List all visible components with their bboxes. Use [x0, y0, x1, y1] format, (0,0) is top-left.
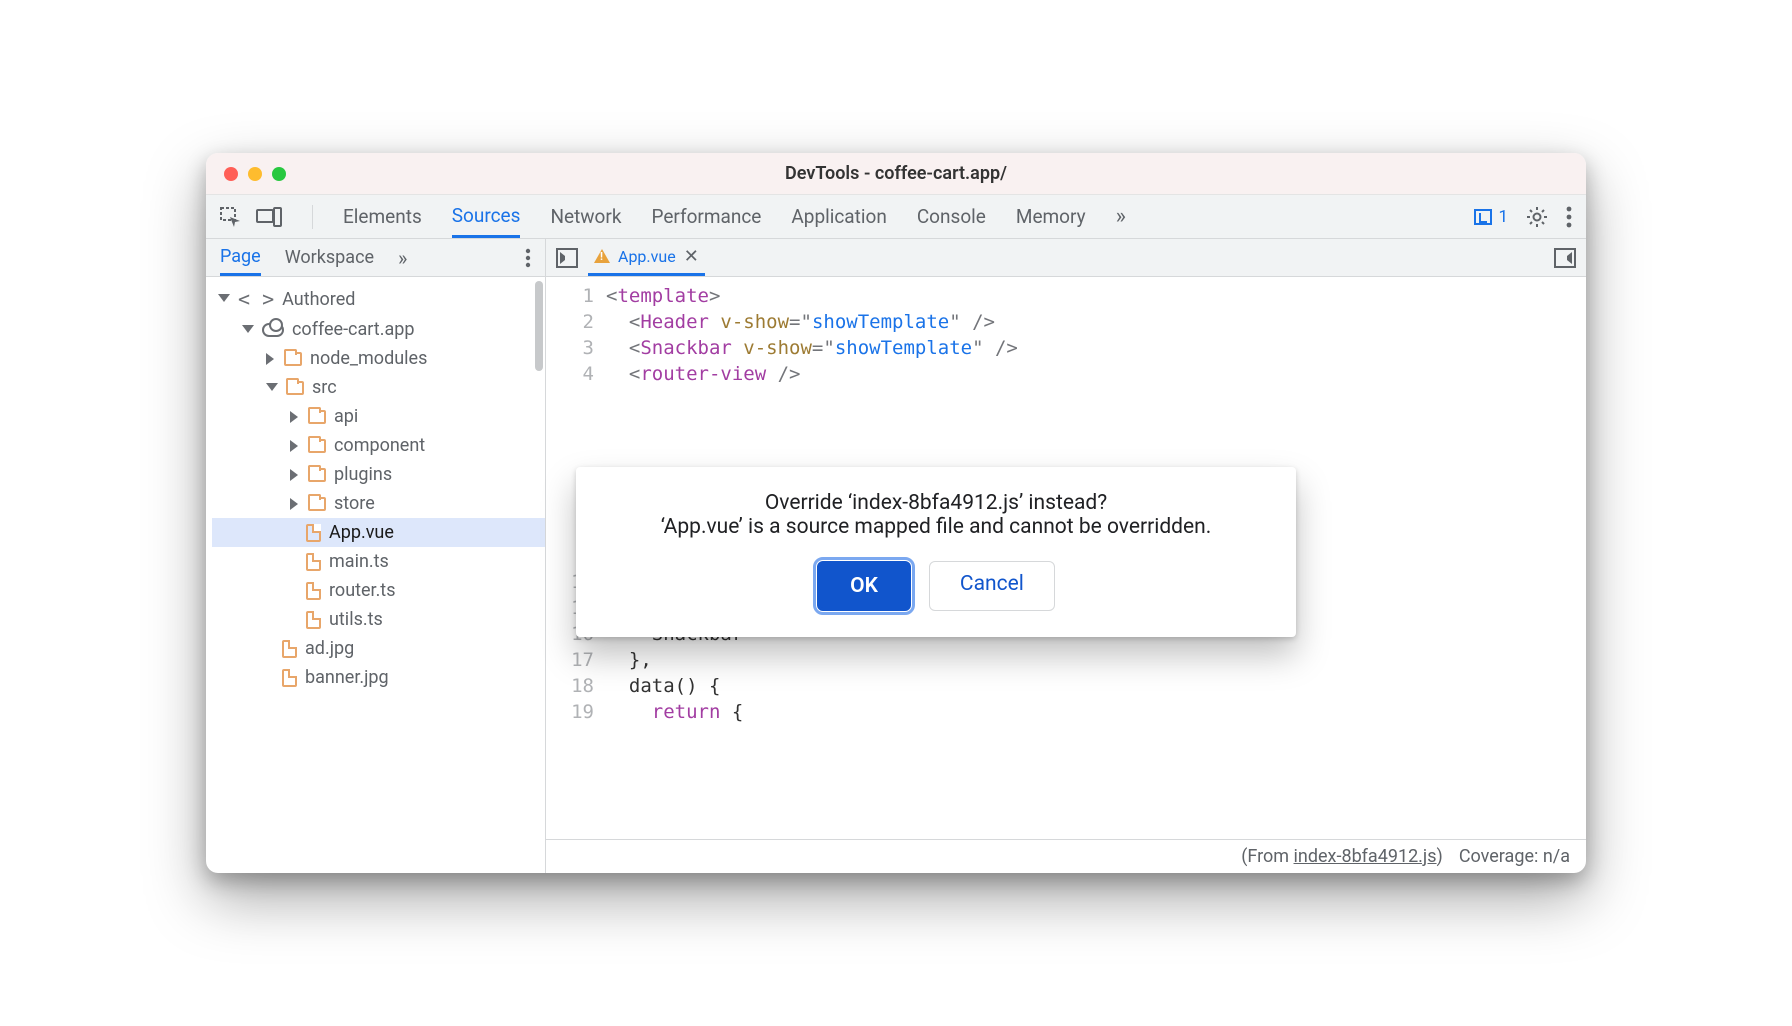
settings-icon[interactable] — [1526, 206, 1548, 228]
issues-badge[interactable]: 1 — [1474, 207, 1508, 227]
file-tab-label: App.vue — [618, 247, 676, 266]
folder-icon — [308, 468, 326, 482]
toggle-debugger-icon[interactable] — [1554, 248, 1576, 268]
navigator-sidebar: Page Workspace » < > Authored coffee-car… — [206, 239, 546, 873]
scrollbar[interactable] — [535, 281, 543, 371]
tree-plugins[interactable]: plugins — [212, 460, 545, 489]
tree-label: App.vue — [329, 522, 394, 543]
tab-memory[interactable]: Memory — [1016, 195, 1086, 238]
issues-icon — [1474, 209, 1492, 225]
tree-node-modules[interactable]: node_modules — [212, 344, 545, 373]
inspect-icon[interactable] — [220, 207, 242, 227]
devtools-window: DevTools - coffee-cart.app/ Elements Sou… — [206, 153, 1586, 873]
tree-label: ad.jpg — [305, 638, 354, 659]
ok-button[interactable]: OK — [817, 561, 911, 611]
tree-domain[interactable]: coffee-cart.app — [212, 315, 545, 344]
tree-label: coffee-cart.app — [292, 319, 414, 340]
editor-tabs: App.vue ✕ — [546, 239, 1586, 277]
main-tabstrip: Elements Sources Network Performance App… — [206, 195, 1586, 239]
folder-icon — [308, 439, 326, 453]
more-tabs-icon[interactable]: » — [1116, 204, 1126, 229]
kebab-menu-icon[interactable] — [1566, 206, 1572, 228]
coverage-label: Coverage: n/a — [1459, 846, 1570, 867]
folder-icon — [286, 381, 304, 395]
tree-utils-ts[interactable]: utils.ts — [212, 605, 545, 634]
tree-store[interactable]: store — [212, 489, 545, 518]
tree-banner-jpg[interactable]: banner.jpg — [212, 663, 545, 692]
tree-authored[interactable]: < > Authored — [212, 283, 545, 315]
file-icon — [306, 611, 321, 629]
file-icon — [306, 524, 321, 542]
tree-app-vue[interactable]: App.vue — [212, 518, 545, 547]
tab-sources[interactable]: Sources — [452, 195, 521, 238]
tree-main-ts[interactable]: main.ts — [212, 547, 545, 576]
navigator-tabs: Page Workspace » — [206, 239, 545, 277]
cloud-icon — [262, 323, 284, 337]
titlebar: DevTools - coffee-cart.app/ — [206, 153, 1586, 195]
tree-label: plugins — [334, 464, 392, 485]
device-icon[interactable] — [256, 207, 282, 227]
navigator-menu-icon[interactable] — [525, 248, 531, 268]
dialog-title: Override ‘index-8bfa4912.js’ instead? — [604, 491, 1268, 515]
file-icon — [306, 582, 321, 600]
tree-label: component — [334, 435, 425, 456]
tree-label: src — [312, 377, 337, 398]
tab-elements[interactable]: Elements — [343, 195, 422, 238]
tree-components[interactable]: component — [212, 431, 545, 460]
tree-label: banner.jpg — [305, 667, 389, 688]
warning-icon — [594, 249, 610, 263]
file-tree: < > Authored coffee-cart.app node_module… — [206, 277, 545, 873]
tree-label: node_modules — [310, 348, 427, 369]
tab-performance[interactable]: Performance — [651, 195, 761, 238]
issues-count: 1 — [1498, 207, 1508, 227]
override-dialog: Override ‘index-8bfa4912.js’ instead? ‘A… — [576, 467, 1296, 637]
tab-network[interactable]: Network — [550, 195, 621, 238]
toggle-navigator-icon[interactable] — [556, 248, 578, 268]
navigator-more-icon[interactable]: » — [398, 246, 407, 270]
source-map-from: (From index-8bfa4912.js) — [1241, 846, 1443, 867]
navigator-tab-page[interactable]: Page — [220, 239, 261, 276]
file-icon — [282, 640, 297, 658]
folder-icon — [284, 352, 302, 366]
dialog-message: ‘App.vue’ is a source mapped file and ca… — [604, 515, 1268, 539]
file-icon — [282, 669, 297, 687]
tree-label: api — [334, 406, 358, 427]
tree-label: store — [334, 493, 375, 514]
file-tab-app-vue[interactable]: App.vue ✕ — [588, 239, 705, 276]
tree-src[interactable]: src — [212, 373, 545, 402]
tab-application[interactable]: Application — [791, 195, 886, 238]
tree-api[interactable]: api — [212, 402, 545, 431]
tree-label: Authored — [282, 289, 355, 310]
file-icon — [306, 553, 321, 571]
close-tab-icon[interactable]: ✕ — [684, 246, 699, 267]
tree-ad-jpg[interactable]: ad.jpg — [212, 634, 545, 663]
navigator-tab-workspace[interactable]: Workspace — [285, 239, 374, 276]
tree-router-ts[interactable]: router.ts — [212, 576, 545, 605]
window-title: DevTools - coffee-cart.app/ — [206, 163, 1586, 184]
tab-console[interactable]: Console — [917, 195, 986, 238]
tree-label: utils.ts — [329, 609, 383, 630]
brackets-icon: < > — [238, 287, 274, 311]
tree-label: router.ts — [329, 580, 396, 601]
folder-icon — [308, 410, 326, 424]
statusbar: (From index-8bfa4912.js) Coverage: n/a — [546, 839, 1586, 873]
folder-icon — [308, 497, 326, 511]
cancel-button[interactable]: Cancel — [929, 561, 1055, 611]
tree-label: main.ts — [329, 551, 389, 572]
source-map-link[interactable]: index-8bfa4912.js — [1294, 846, 1437, 867]
